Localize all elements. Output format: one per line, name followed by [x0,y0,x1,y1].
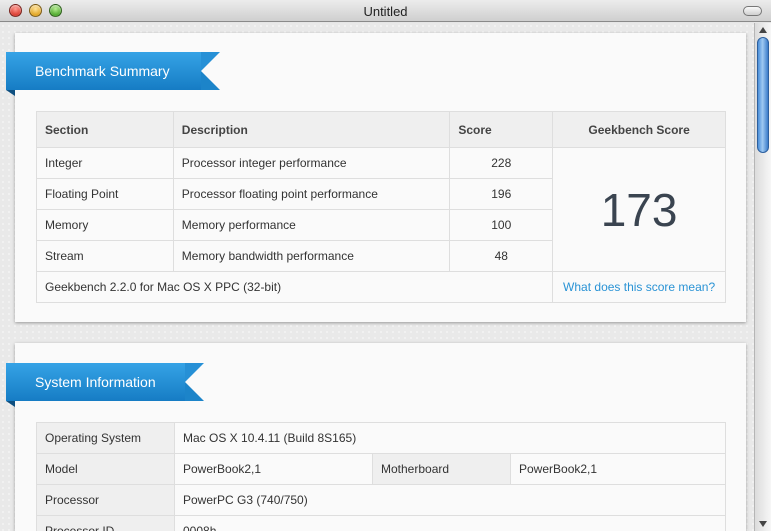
benchmark-summary-heading: Benchmark Summary [6,52,220,96]
geekbench-version: Geekbench 2.2.0 for Mac OS X PPC (32-bit… [35,271,554,303]
system-information-heading: System Information [6,363,204,407]
column-header-geekbench-score: Geekbench Score [552,111,726,148]
row-description: Memory performance [172,209,451,241]
vertical-scrollbar[interactable] [754,23,771,531]
row-description: Memory bandwidth performance [172,240,451,272]
model-label: Model [36,453,175,485]
row-score: 196 [449,178,554,210]
table-header-row: Section Description Score Geekbench Scor… [36,111,726,148]
operating-system-value: Mac OS X 10.4.11 (Build 8S165) [174,422,726,454]
table-row: Integer Processor integer performance 22… [36,147,726,272]
scroll-down-button[interactable] [755,517,771,531]
operating-system-label: Operating System [36,422,175,454]
window-title: Untitled [363,4,408,19]
row-score: 48 [449,240,554,272]
column-header-section: Section [36,111,174,148]
row-score: 228 [449,147,554,179]
table-row: Processor ID 0008h [36,515,726,531]
column-header-score: Score [449,111,554,148]
motherboard-label: Motherboard [372,453,511,485]
motherboard-value: PowerBook2,1 [510,453,726,485]
content-area: Benchmark Summary Section Description Sc… [0,23,754,531]
benchmark-table: Section Description Score Geekbench Scor… [35,111,726,303]
column-header-description: Description [172,111,451,148]
row-description: Processor integer performance [172,147,451,179]
scroll-up-button[interactable] [755,23,771,37]
row-description: Processor floating point performance [172,178,451,210]
row-score: 100 [449,209,554,241]
row-section: Floating Point [36,178,174,210]
system-info-table: Operating System Mac OS X 10.4.11 (Build… [36,422,726,531]
title-bar: Untitled [0,0,771,22]
processor-value: PowerPC G3 (740/750) [174,484,726,516]
chevron-down-icon [759,521,767,527]
row-section: Memory [36,209,174,241]
table-row: Operating System Mac OS X 10.4.11 (Build… [36,422,726,454]
table-row: Processor PowerPC G3 (740/750) [36,484,726,516]
processor-id-label: Processor ID [36,515,175,531]
score-meaning-link[interactable]: What does this score mean? [552,271,726,303]
processor-label: Processor [36,484,175,516]
table-row: Model PowerBook2,1 Motherboard PowerBook… [36,453,726,485]
benchmark-summary-card: Benchmark Summary Section Description Sc… [6,33,746,322]
scroll-thumb[interactable] [757,37,769,153]
processor-id-value: 0008h [174,515,726,531]
row-section: Integer [36,147,174,179]
row-section: Stream [36,240,174,272]
table-footer-row: Geekbench 2.2.0 for Mac OS X PPC (32-bit… [35,271,726,303]
geekbench-score-value: 173 [552,147,726,272]
model-value: PowerBook2,1 [174,453,373,485]
toolbar-toggle-button[interactable] [743,6,762,16]
chevron-up-icon [759,27,767,33]
system-information-card: System Information Operating System Mac … [6,343,746,531]
